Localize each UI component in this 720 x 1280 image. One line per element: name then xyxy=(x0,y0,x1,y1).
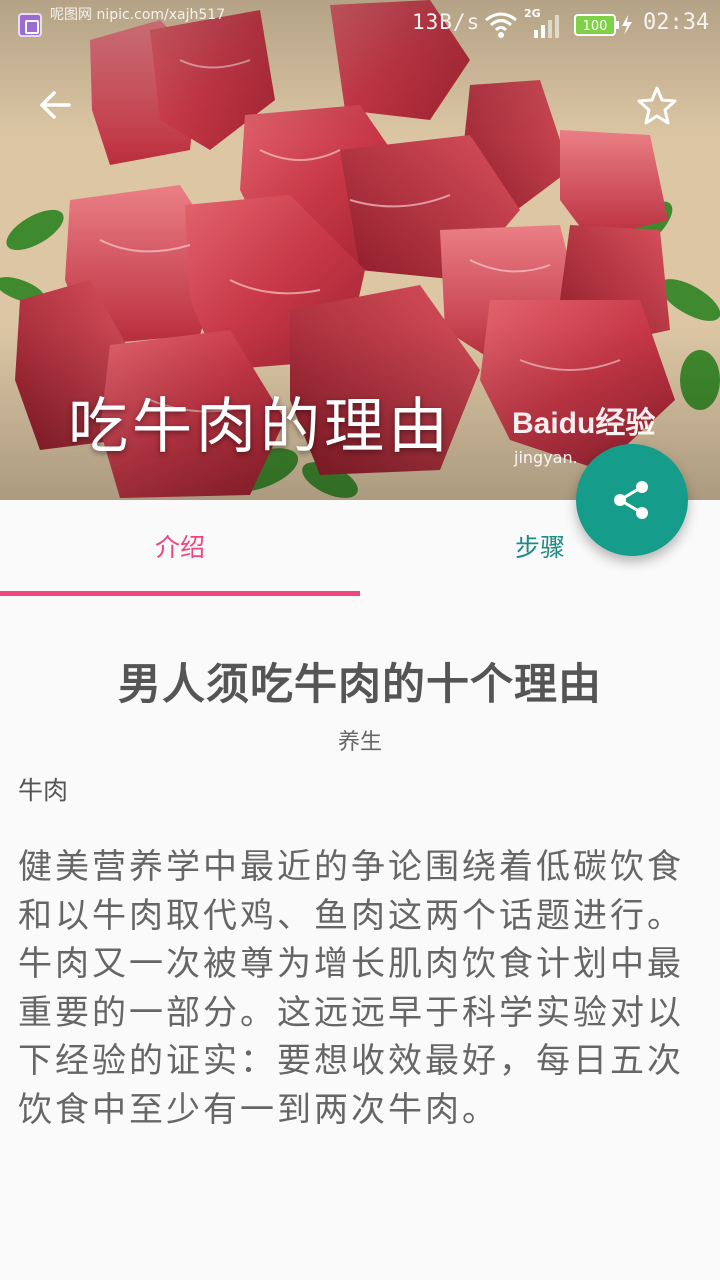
status-clock: 02:34 xyxy=(643,10,710,35)
share-button[interactable] xyxy=(576,444,688,556)
tab-indicator xyxy=(0,591,360,596)
cell-signal-icon: 2G xyxy=(524,7,559,38)
article-tag: 牛肉 xyxy=(18,776,69,805)
network-speed: 13B/s xyxy=(412,10,481,34)
network-type-label: 2G xyxy=(524,7,541,20)
battery-icon: 100 xyxy=(574,14,632,36)
status-bar: 呢图网 nipic.com/xajh517 13B/s 2G 100 02:34 xyxy=(0,0,720,50)
battery-level: 100 xyxy=(583,19,608,34)
hero-image: 呢图网 nipic.com/xajh517 13B/s 2G 100 02:34 xyxy=(0,0,720,500)
back-button[interactable] xyxy=(28,78,82,132)
wifi-icon xyxy=(485,12,517,38)
share-icon xyxy=(614,481,648,519)
page-title: 吃牛肉的理由 xyxy=(68,392,452,462)
baidu-logo: Baidu经验 xyxy=(512,407,656,440)
star-outline-icon xyxy=(637,86,677,125)
article-category: 养生 xyxy=(337,730,382,755)
tab-intro[interactable]: 介绍 xyxy=(0,500,360,596)
favorite-button[interactable] xyxy=(630,78,684,132)
article-body: 健美营养学中最近的争论围绕着低碳饮食和以牛肉取代鸡、鱼肉这两个话题进行。牛肉又一… xyxy=(18,847,684,1130)
gallery-app-icon xyxy=(18,13,42,37)
article-title: 男人须吃牛肉的十个理由 xyxy=(118,660,602,710)
photo-watermark: 呢图网 nipic.com/xajh517 xyxy=(50,7,226,23)
arrow-back-icon xyxy=(40,91,71,119)
